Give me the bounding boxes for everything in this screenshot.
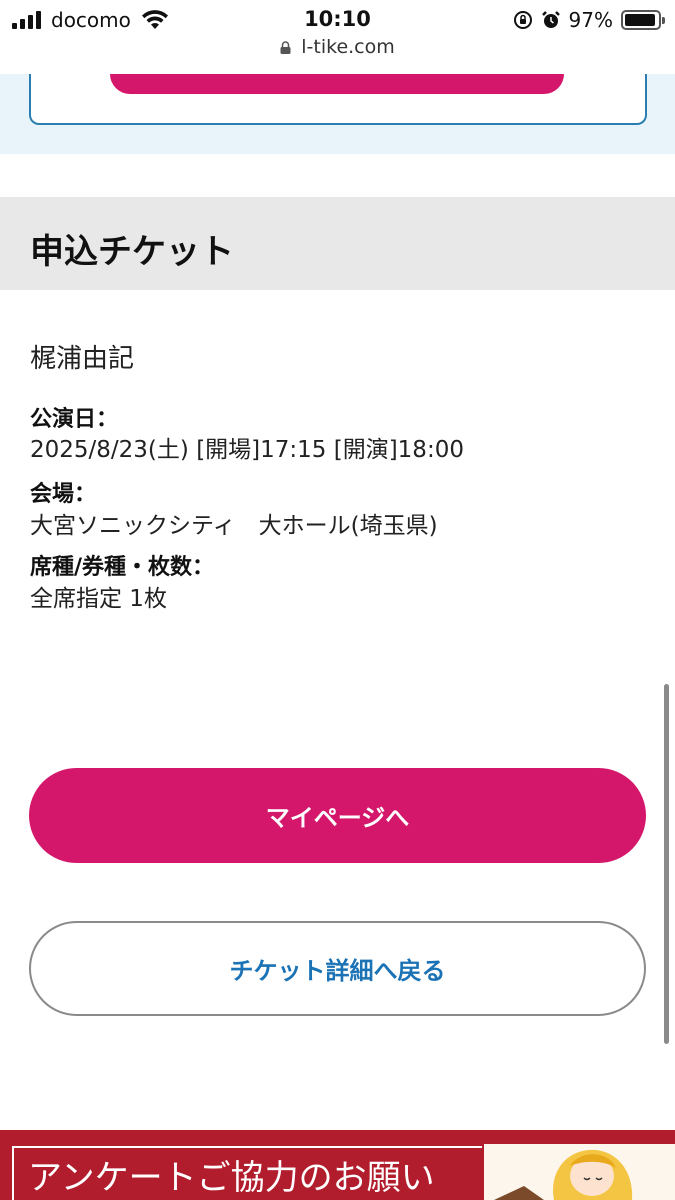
alarm-icon [541, 11, 560, 28]
screen: docomo 10:10 l-tike.com 97% 申込チケット 梶浦由記 … [0, 0, 675, 1200]
section-title: 申込チケット [30, 232, 234, 272]
date-label: 公演日： [30, 407, 119, 432]
battery-percent: 97% [568, 8, 613, 32]
status-right: 97% [505, 8, 665, 32]
banner-illustration [484, 1144, 675, 1200]
survey-banner-text: アンケートご協力のお願い [28, 1158, 435, 1198]
back-to-ticket-detail-button[interactable]: チケット詳細へ戻る [29, 921, 646, 1016]
venue-value: 大宮ソニックシティ 大ホール(埼玉県) [30, 513, 438, 539]
venue-label: 会場： [30, 482, 97, 507]
previous-section-button[interactable] [110, 74, 564, 94]
mypage-button[interactable]: マイページへ [29, 768, 646, 863]
address-bar[interactable]: l-tike.com [0, 36, 675, 58]
back-button-label: チケット詳細へ戻る [229, 957, 446, 985]
seat-value: 全席指定 1枚 [30, 586, 167, 612]
url-text: l-tike.com [301, 36, 395, 58]
artist-name: 梶浦由記 [30, 344, 135, 374]
seat-label: 席種/券種・枚数： [30, 555, 215, 580]
date-value: 2025/8/23(土) [開場]17:15 [開演]18:00 [30, 437, 464, 463]
orientation-lock-icon [513, 11, 532, 29]
scrollbar[interactable] [664, 684, 669, 1044]
battery-icon [621, 10, 665, 30]
lock-icon [280, 41, 291, 54]
mypage-button-label: マイページへ [265, 804, 410, 832]
status-bar: docomo 10:10 l-tike.com 97% [0, 0, 675, 74]
